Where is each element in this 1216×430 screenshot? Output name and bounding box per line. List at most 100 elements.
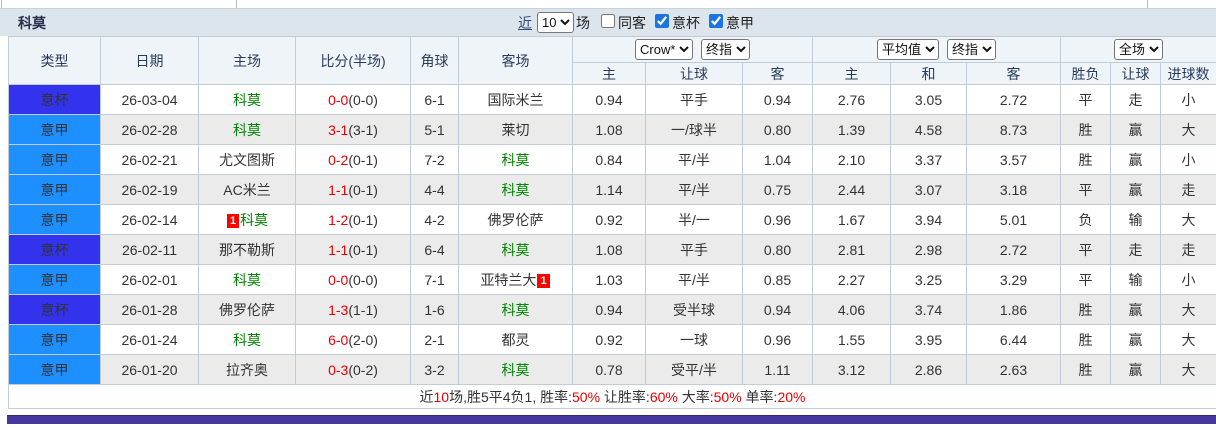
- corner-cell: 7-1: [410, 264, 459, 295]
- matches-label: 场: [576, 14, 590, 31]
- summary-stat-value: 50%: [713, 388, 742, 405]
- team-name: 科莫: [233, 91, 261, 108]
- result-handicap-cell: 走: [1110, 234, 1162, 265]
- result-goals-cell: 大: [1160, 324, 1216, 355]
- italy-cup-label: 意杯: [672, 14, 700, 31]
- score-cell: 1-2(0-1): [295, 204, 411, 235]
- halftime-score: (1-1): [348, 301, 378, 318]
- halftime-score: (0-1): [348, 241, 378, 258]
- league-cell: 意杯: [8, 234, 101, 265]
- league-cell: 意杯: [8, 294, 101, 325]
- corner-cell: 4-2: [410, 204, 459, 235]
- result-wdl-cell: 平: [1060, 234, 1112, 265]
- fulltime-score: 1-1: [328, 241, 349, 258]
- euro-draw-odds: 3.05: [890, 84, 967, 115]
- date-cell: 26-02-11: [100, 234, 199, 265]
- handicap-cell: 平手: [645, 84, 743, 115]
- col-header-odds-home: 主: [572, 62, 646, 85]
- euro-home-odds: 2.10: [812, 144, 891, 175]
- euro-away-odds: 2.63: [965, 354, 1062, 385]
- euro-average-select[interactable]: 平均值: [877, 39, 939, 60]
- euro-home-odds: 1.55: [812, 324, 891, 355]
- corner-cell: 7-2: [410, 144, 459, 175]
- result-wdl-cell: 胜: [1060, 294, 1112, 325]
- home-team-cell: 1 科莫: [198, 204, 296, 235]
- handicap-cell: 一球: [645, 324, 743, 355]
- team-name: 莱切: [501, 121, 530, 138]
- col-header-away: 客场: [458, 36, 573, 85]
- date-cell: 26-02-14: [100, 204, 199, 235]
- crown-odds-group-header: Crow* 终指: [572, 36, 813, 63]
- score-cell: 3-1(3-1): [295, 114, 411, 145]
- matches-table: 类型 日期 主场 比分(半场) 角球 客场 Crow* 终指 平均值 终指 全场: [7, 36, 1216, 409]
- match-row: 意杯 26-02-11 那不勒斯 1-1(0-1) 6-4 科莫 1.08 平手 0.80 2.8…: [8, 234, 1216, 265]
- euro-away-odds: 8.73: [965, 114, 1062, 145]
- crown-home-odds: 0.92: [572, 324, 646, 355]
- score-cell: 1-1(0-1): [295, 174, 411, 205]
- team-name: 科莫: [501, 361, 530, 378]
- halftime-score: (0-0): [348, 91, 378, 108]
- home-team-cell: 科莫: [198, 324, 296, 355]
- team-name: 科莫: [501, 241, 530, 258]
- italy-cup-checkbox[interactable]: [655, 13, 669, 28]
- fulltime-score: 3-1: [328, 121, 349, 138]
- date-cell: 26-02-28: [100, 114, 199, 145]
- handicap-cell: 平手: [645, 234, 743, 265]
- match-count-select[interactable]: 10: [537, 12, 574, 33]
- euro-stage-select[interactable]: 终指: [947, 39, 996, 60]
- score-cell: 0-2(0-1): [295, 144, 411, 175]
- recent-link[interactable]: 近: [518, 13, 532, 33]
- team-name: 佛罗伦萨: [219, 301, 275, 318]
- away-team-cell: 莱切: [458, 114, 573, 145]
- corner-cell: 6-1: [410, 84, 459, 115]
- col-header-score: 比分(半场): [295, 36, 411, 85]
- crown-stage-select[interactable]: 终指: [701, 39, 750, 60]
- same-away-checkbox[interactable]: [601, 13, 615, 28]
- team-name: 尤文图斯: [219, 151, 275, 168]
- corner-cell: 1-6: [410, 294, 459, 325]
- result-handicap-cell: 赢: [1110, 174, 1162, 205]
- team-name: AC米兰: [223, 181, 271, 198]
- score-cell: 1-1(0-1): [295, 234, 411, 265]
- euro-draw-odds: 3.94: [890, 204, 967, 235]
- crown-home-odds: 0.94: [572, 84, 646, 115]
- crown-home-odds: 1.08: [572, 114, 646, 145]
- halftime-score: (0-1): [348, 211, 378, 228]
- result-wdl-cell: 胜: [1060, 354, 1112, 385]
- handicap-cell: 平/半: [645, 264, 743, 295]
- result-wdl-cell: 胜: [1060, 144, 1112, 175]
- result-handicap-cell: 走: [1110, 84, 1162, 115]
- col-header-euro-draw: 和: [890, 62, 967, 85]
- result-goals-cell: 大: [1160, 204, 1216, 235]
- score-cell: 0-0(0-0): [295, 264, 411, 295]
- crown-away-odds: 0.80: [742, 234, 813, 265]
- scope-select[interactable]: 全场: [1114, 39, 1164, 60]
- euro-draw-odds: 3.37: [890, 144, 967, 175]
- league-cell: 意甲: [8, 264, 101, 295]
- match-row: 意甲 26-02-01 科莫 0-0(0-0) 7-1 亚特兰大 1 1.03 平/半 0.85 2…: [8, 264, 1216, 295]
- score-cell: 1-3(1-1): [295, 294, 411, 325]
- serie-a-label: 意甲: [726, 14, 754, 31]
- crown-home-odds: 0.92: [572, 204, 646, 235]
- col-header-euro-away: 客: [965, 62, 1062, 85]
- crown-home-odds: 1.08: [572, 234, 646, 265]
- crown-away-odds: 0.75: [742, 174, 813, 205]
- date-cell: 26-01-20: [100, 354, 199, 385]
- bookmaker-select[interactable]: Crow*: [635, 39, 693, 60]
- col-header-type: 类型: [8, 36, 101, 85]
- home-team-cell: AC米兰: [198, 174, 296, 205]
- league-cell: 意杯: [8, 84, 101, 115]
- summary-stat-value: 10: [433, 388, 450, 405]
- summary-stat-value: 20%: [777, 388, 806, 405]
- result-goals-cell: 小: [1160, 84, 1216, 115]
- col-header-corner: 角球: [410, 36, 459, 85]
- league-cell: 意甲: [8, 204, 101, 235]
- euro-home-odds: 2.44: [812, 174, 891, 205]
- match-row: 意甲 26-02-21 尤文图斯 0-2(0-1) 7-2 科莫 0.84 平/半 1.04 2.…: [8, 144, 1216, 175]
- date-cell: 26-03-04: [100, 84, 199, 115]
- fulltime-score: 0-2: [328, 151, 349, 168]
- serie-a-checkbox[interactable]: [709, 13, 723, 28]
- bottom-bar: [7, 415, 1216, 424]
- euro-draw-odds: 3.07: [890, 174, 967, 205]
- result-goals-cell: 大: [1160, 294, 1216, 325]
